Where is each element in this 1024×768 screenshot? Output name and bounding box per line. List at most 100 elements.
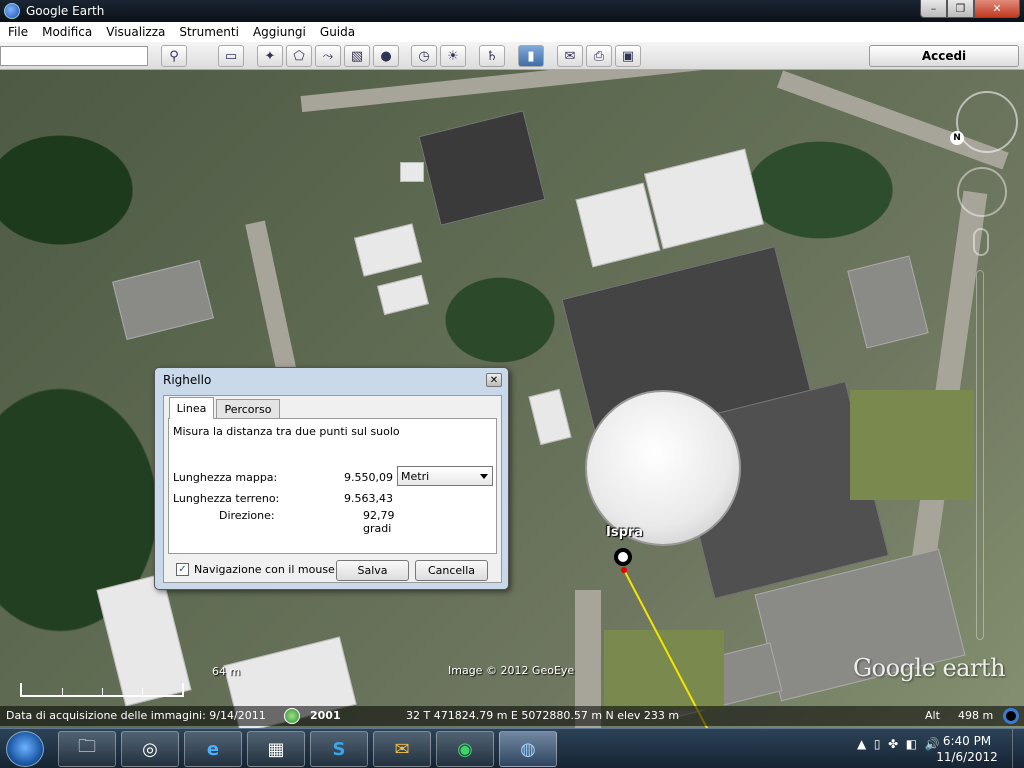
print-button[interactable]: ⎙: [586, 45, 612, 67]
menu-edit[interactable]: Modifica: [42, 25, 92, 39]
add-placemark-button[interactable]: ✦: [257, 45, 283, 67]
taskbar: 🗀 ◎ e ▦ S ✉ ◉ ◍ ▲ ▯ ✤ ◧ 🔊 6:40 PM 11/6/2…: [0, 728, 1024, 768]
placemark-pin-icon[interactable]: [614, 548, 632, 566]
imagery-copyright: Image © 2012 GeoEye: [448, 664, 575, 677]
ruler-dialog: Righello ✕ Linea Percorso Misura la dist…: [154, 367, 509, 590]
record-tour-button[interactable]: ●: [373, 45, 399, 67]
menu-file[interactable]: File: [8, 25, 28, 39]
history-icon: ◷: [418, 48, 430, 64]
internet-explorer-taskbar-button[interactable]: e: [184, 731, 242, 767]
map-length-label: Lunghezza mappa:: [173, 471, 278, 484]
menu-add[interactable]: Aggiungi: [253, 25, 306, 39]
ground-length-value: 9.563,43: [344, 492, 393, 505]
north-indicator[interactable]: N: [950, 131, 964, 145]
unit-value: Metri: [401, 469, 430, 483]
dialog-body: Linea Percorso Misura la distanza tra du…: [163, 395, 502, 583]
folder-icon: 🗀: [78, 736, 96, 757]
add-polygon-button[interactable]: ⬠: [286, 45, 312, 67]
email-button[interactable]: ✉: [557, 45, 583, 67]
show-desktop-button[interactable]: [1012, 729, 1024, 768]
historical-clock-icon[interactable]: [284, 708, 300, 724]
search-button[interactable]: ⚲: [161, 45, 187, 67]
dialog-close-button[interactable]: ✕: [486, 373, 502, 387]
compass-control[interactable]: N: [950, 91, 1018, 153]
photo-viewer-taskbar-button[interactable]: ▦: [247, 731, 305, 767]
planets-button[interactable]: ♄: [479, 45, 505, 67]
street-view-icon[interactable]: [973, 228, 989, 256]
altitude-label: Alt: [925, 709, 940, 722]
email-icon: ✉: [564, 48, 576, 64]
minimize-button[interactable]: –: [920, 0, 947, 18]
heading-value: 92,79 gradi: [363, 509, 395, 535]
skype-icon: S: [332, 738, 346, 760]
overlay-icon: ▧: [350, 48, 364, 64]
network-map-taskbar-button[interactable]: ◎: [121, 731, 179, 767]
search-input[interactable]: [0, 46, 148, 66]
cancel-button[interactable]: Cancella: [415, 560, 488, 581]
place-label[interactable]: Ispra: [606, 525, 643, 540]
scale-bar: [20, 683, 184, 697]
planets-icon: ♄: [486, 48, 498, 64]
mouse-navigation-label: Navigazione con il mouse: [194, 563, 335, 576]
acquisition-date: Data di acquisizione delle immagini: 9/1…: [6, 709, 266, 722]
outlook-icon: ✉: [394, 738, 410, 760]
path-icon: ⤳: [322, 48, 334, 64]
historical-imagery-button[interactable]: ◷: [411, 45, 437, 67]
imagery-year: 2001: [310, 709, 341, 722]
outlook-taskbar-button[interactable]: ✉: [373, 731, 431, 767]
add-overlay-button[interactable]: ▧: [344, 45, 370, 67]
print-icon: ⎙: [593, 48, 605, 64]
maximize-button[interactable]: ❐: [947, 0, 974, 18]
save-image-button[interactable]: ▣: [615, 45, 641, 67]
explorer-taskbar-button[interactable]: 🗀: [58, 731, 116, 767]
sunlight-button[interactable]: ☀: [440, 45, 466, 67]
clock[interactable]: 6:40 PM 11/6/2012: [932, 733, 1002, 765]
streaming-indicator-icon: [1003, 708, 1019, 724]
tab-panel: Misura la distanza tra due punti sul suo…: [168, 418, 497, 554]
menu-view[interactable]: Visualizza: [106, 25, 165, 39]
close-button[interactable]: ✕: [974, 0, 1020, 18]
ruler-start-point[interactable]: [621, 567, 627, 573]
ruler-icon: ▮: [527, 48, 535, 64]
system-tray[interactable]: ▲ ▯ ✤ ◧ 🔊: [857, 737, 940, 751]
google-earth-taskbar-button[interactable]: ◍: [499, 731, 557, 767]
tab-path[interactable]: Percorso: [216, 399, 280, 418]
look-joystick[interactable]: [957, 167, 1007, 217]
add-path-button[interactable]: ⤳: [315, 45, 341, 67]
zoom-slider[interactable]: [976, 270, 984, 640]
start-button[interactable]: [6, 731, 44, 767]
photo-viewer-icon: ▦: [267, 738, 285, 760]
skype-taskbar-button[interactable]: S: [310, 731, 368, 767]
ruler-button[interactable]: ▮: [518, 45, 544, 67]
toolbar: ⚲ ▭ ✦ ⬠ ⤳ ▧ ● ◷ ☀ ♄ ▮ ✉ ⎙ ▣ Accedi: [0, 42, 1024, 70]
ground-length-label: Lunghezza terreno:: [173, 492, 280, 505]
tab-line[interactable]: Linea: [169, 397, 214, 419]
clock-time: 6:40 PM: [942, 734, 992, 748]
close-icon: ✕: [489, 374, 499, 386]
green-app-taskbar-button[interactable]: ◉: [436, 731, 494, 767]
title-bar: Google Earth – ❐ ✕: [0, 0, 1024, 22]
dialog-title: Righello: [163, 373, 212, 387]
google-earth-logo: Google earth: [853, 654, 1006, 682]
internet-explorer-icon: e: [206, 738, 220, 760]
unit-select[interactable]: Metri: [397, 466, 493, 486]
ruler-description: Misura la distanza tra due punti sul suo…: [173, 425, 400, 438]
polygon-icon: ⬠: [293, 48, 305, 64]
menu-help[interactable]: Guida: [320, 25, 355, 39]
mouse-navigation-checkbox[interactable]: ✓: [176, 563, 189, 576]
save-button[interactable]: Salva: [336, 560, 409, 581]
menu-tools[interactable]: Strumenti: [179, 25, 239, 39]
tour-icon: ●: [380, 48, 392, 64]
chevron-down-icon: [480, 474, 488, 479]
scale-label: 64 m: [212, 665, 241, 678]
window-controls: – ❐ ✕: [920, 0, 1020, 18]
login-button[interactable]: Accedi: [869, 45, 1019, 67]
sunlight-icon: ☀: [447, 48, 459, 64]
placemark-icon: ✦: [264, 48, 276, 64]
menu-bar: File Modifica Visualizza Strumenti Aggiu…: [0, 22, 1024, 42]
heading-label: Direzione:: [219, 509, 275, 522]
network-map-icon: ◎: [142, 738, 158, 760]
google-earth-icon: [4, 3, 20, 19]
clock-date: 11/6/2012: [936, 750, 998, 764]
sidebar-toggle-button[interactable]: ▭: [218, 45, 244, 67]
